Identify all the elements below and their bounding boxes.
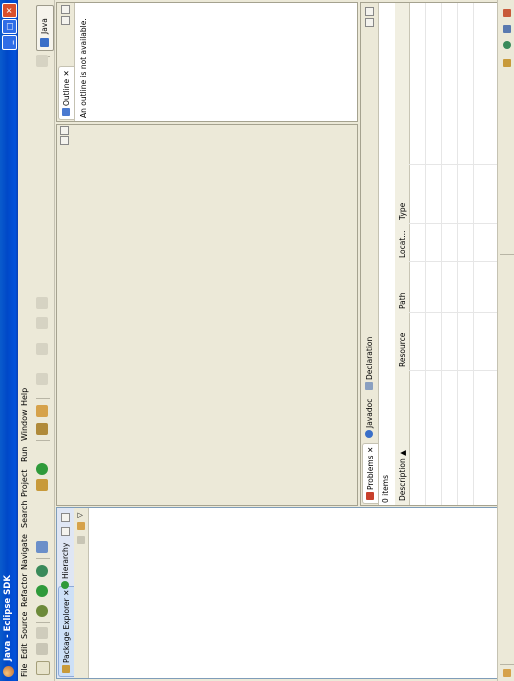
menu-window[interactable]: Window xyxy=(20,409,29,441)
row-divider xyxy=(425,3,426,505)
hierarchy-icon xyxy=(61,581,69,589)
external-tools-icon[interactable] xyxy=(36,565,48,577)
status-bar xyxy=(497,0,514,681)
search-icon[interactable] xyxy=(36,405,48,417)
maximize-button[interactable]: □ xyxy=(2,19,17,34)
package-explorer-pane: Package Explorer ✕ Hierarchy ▽ xyxy=(56,507,498,679)
column-location[interactable]: Locat... xyxy=(398,231,407,258)
minimize-view-button[interactable] xyxy=(365,18,374,27)
save-icon[interactable] xyxy=(36,643,48,655)
print-icon[interactable] xyxy=(36,627,48,639)
column-divider xyxy=(409,370,497,371)
problems-pane: Problems ✕ Javadoc Declaration 0 items D… xyxy=(360,2,498,506)
row-divider xyxy=(441,3,442,505)
tab-package-explorer[interactable]: Package Explorer ✕ xyxy=(58,585,74,677)
menu-help[interactable]: Help xyxy=(20,388,29,406)
column-divider xyxy=(409,223,497,224)
main-toolbar xyxy=(32,0,55,681)
menu-source[interactable]: Source xyxy=(20,612,29,639)
tab-declaration[interactable]: Declaration xyxy=(362,334,377,393)
toolbar-separator xyxy=(36,622,50,623)
outline-icon xyxy=(62,108,70,116)
status-separator xyxy=(500,254,514,255)
open-perspective-icon[interactable] xyxy=(36,55,48,67)
heap-icon[interactable] xyxy=(503,59,511,67)
outline-tabbar: Outline ✕ xyxy=(57,3,75,121)
link-editor-icon[interactable] xyxy=(77,522,85,530)
close-button[interactable]: ✕ xyxy=(2,3,17,18)
back-icon[interactable] xyxy=(36,317,48,329)
tab-outline[interactable]: Outline ✕ xyxy=(58,66,74,120)
menu-file[interactable]: File xyxy=(20,664,29,677)
menu-project[interactable]: Project xyxy=(20,470,29,497)
debug-icon[interactable] xyxy=(36,605,48,617)
collapse-all-icon[interactable] xyxy=(77,536,85,544)
notification-icon[interactable] xyxy=(503,9,511,17)
new-icon[interactable] xyxy=(36,661,50,675)
column-type[interactable]: Type xyxy=(398,203,407,220)
new-java-project-icon[interactable] xyxy=(36,541,48,553)
maximize-view-button[interactable] xyxy=(365,7,374,16)
run-icon[interactable] xyxy=(36,585,48,597)
java-perspective-icon xyxy=(40,38,49,47)
forward-icon[interactable] xyxy=(36,297,48,309)
problems-table-header: Description ▲ Resource Path Locat... Typ… xyxy=(395,3,410,505)
maximize-view-button[interactable] xyxy=(61,5,70,14)
row-divider xyxy=(473,3,474,505)
package-explorer-toolbar: ▽ xyxy=(74,508,89,678)
annotation-prev-icon[interactable] xyxy=(36,343,48,355)
java-perspective-button[interactable]: Java xyxy=(36,5,54,51)
column-description[interactable]: Description ▲ xyxy=(398,450,407,501)
minimize-button[interactable]: _ xyxy=(2,35,17,50)
toolbar-separator xyxy=(36,440,50,441)
view-menu-icon[interactable]: ▽ xyxy=(76,513,84,518)
title-bar: Java - Eclipse SDK _ □ ✕ xyxy=(0,0,18,681)
minimize-view-button[interactable] xyxy=(61,16,70,25)
toolbar-separator xyxy=(36,398,50,399)
column-divider xyxy=(409,261,497,262)
declaration-icon xyxy=(365,382,373,390)
annotation-next-icon[interactable] xyxy=(36,373,48,385)
minimize-editor-button[interactable] xyxy=(60,136,69,145)
column-divider xyxy=(409,164,497,165)
minimize-view-button[interactable] xyxy=(61,527,70,536)
progress-icon[interactable] xyxy=(503,41,511,49)
package-explorer-tabbar: Package Explorer ✕ Hierarchy xyxy=(57,508,75,678)
menu-edit[interactable]: Edit xyxy=(20,644,29,660)
menu-run[interactable]: Run xyxy=(20,447,29,462)
eclipse-window: Java - Eclipse SDK _ □ ✕ File Edit Sourc… xyxy=(0,0,514,681)
menu-search[interactable]: Search xyxy=(20,501,29,528)
problems-icon xyxy=(366,492,374,500)
status-separator xyxy=(500,664,514,665)
perspective-label: Java xyxy=(40,18,49,34)
maximize-editor-button[interactable] xyxy=(60,126,69,135)
row-divider xyxy=(457,3,458,505)
tab-problems[interactable]: Problems ✕ xyxy=(362,442,378,504)
menu-refactor[interactable]: Refactor xyxy=(20,573,29,607)
toolbar-separator xyxy=(36,558,50,559)
maximize-view-button[interactable] xyxy=(61,513,70,522)
menu-navigate[interactable]: Navigate xyxy=(20,534,29,570)
outline-message: An outline is not available. xyxy=(79,18,88,118)
items-count: 0 items xyxy=(381,474,390,503)
new-package-icon[interactable] xyxy=(36,479,48,491)
problems-tabbar: Problems ✕ Javadoc Declaration xyxy=(361,3,379,505)
editor-area xyxy=(56,124,358,506)
new-class-icon[interactable] xyxy=(36,463,48,475)
menu-bar: File Edit Source Refactor Navigate Searc… xyxy=(18,0,32,681)
outline-pane: Outline ✕ An outline is not available. xyxy=(56,2,358,122)
column-path[interactable]: Path xyxy=(398,293,407,309)
package-icon xyxy=(62,665,70,673)
javadoc-icon xyxy=(365,430,373,438)
tab-hierarchy[interactable]: Hierarchy xyxy=(58,540,73,592)
column-divider xyxy=(409,312,497,313)
tasks-icon[interactable] xyxy=(503,25,511,33)
window-title: Java - Eclipse SDK xyxy=(3,575,13,661)
fast-view-icon[interactable] xyxy=(503,669,511,677)
open-type-icon[interactable] xyxy=(36,423,48,435)
eclipse-icon xyxy=(3,666,14,677)
tab-javadoc[interactable]: Javadoc xyxy=(362,396,377,441)
column-resource[interactable]: Resource xyxy=(398,333,407,367)
